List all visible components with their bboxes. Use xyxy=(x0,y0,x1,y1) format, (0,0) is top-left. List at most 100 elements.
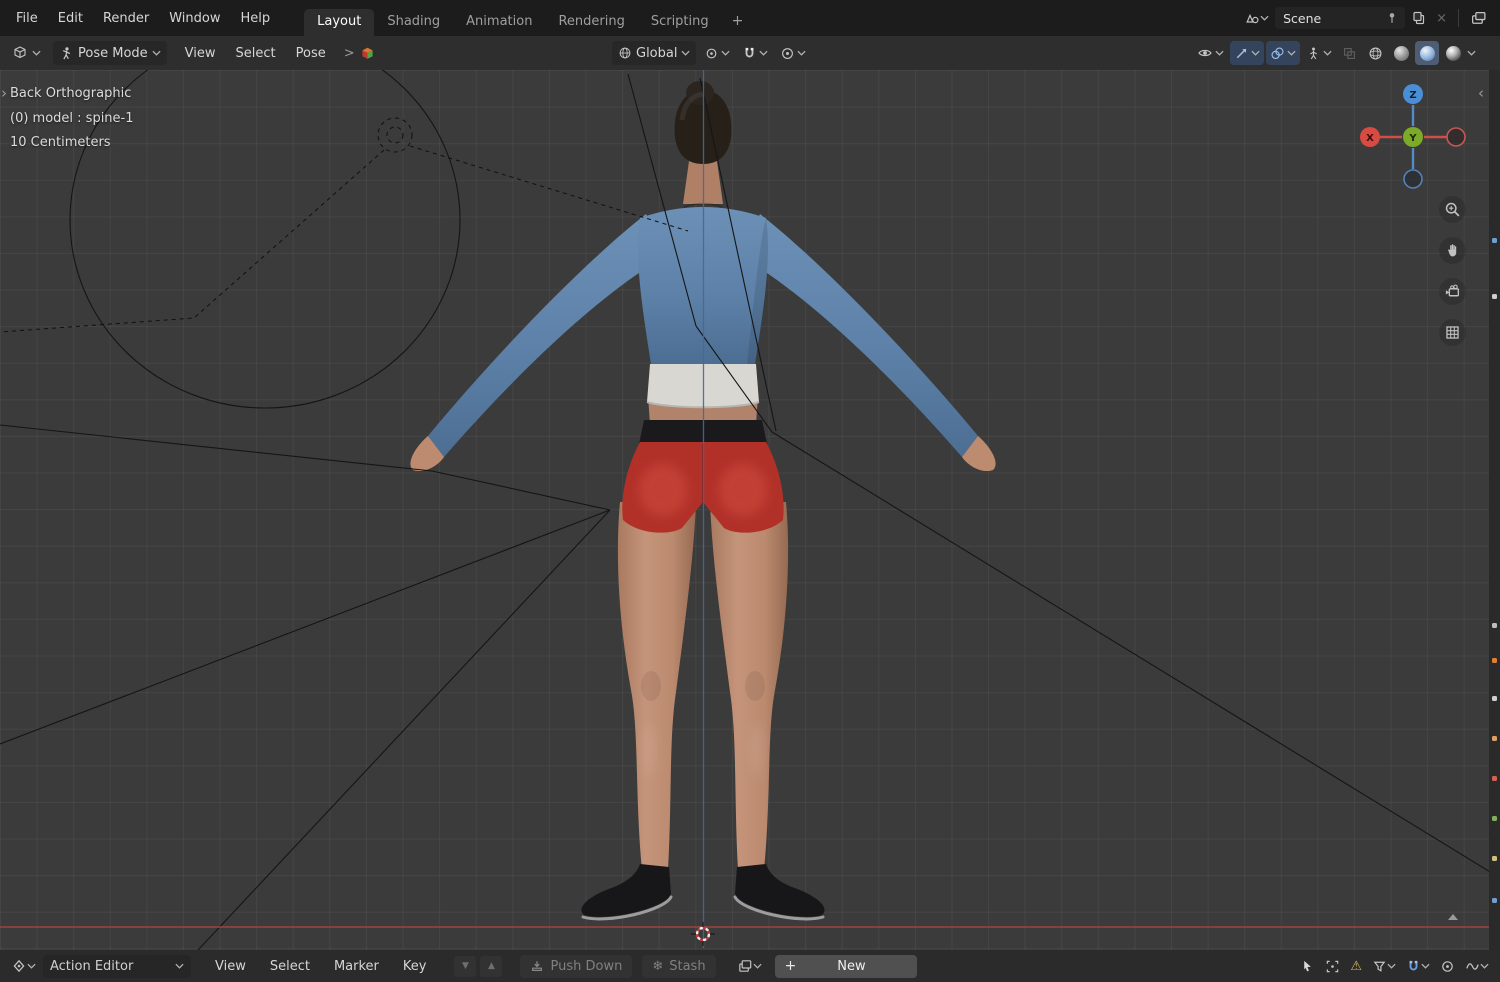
chevron-down-icon xyxy=(1323,50,1332,56)
sidebar-expand-arrow[interactable]: ‹ xyxy=(1478,84,1484,102)
viewport-menu-select[interactable]: Select xyxy=(226,46,286,61)
properties-tab-icon[interactable] xyxy=(1492,658,1497,663)
tab-scripting[interactable]: Scripting xyxy=(638,9,722,36)
toggle-ortho-button[interactable] xyxy=(1439,319,1466,346)
properties-tab-icon[interactable] xyxy=(1492,294,1497,299)
magnifier-icon xyxy=(1445,202,1460,217)
object-data-icon[interactable] xyxy=(359,45,376,62)
properties-tab-icon[interactable] xyxy=(1492,736,1497,741)
chevron-down-icon xyxy=(797,50,807,56)
dope-menu-select[interactable]: Select xyxy=(260,959,320,974)
viewport-menu-view[interactable]: View xyxy=(175,46,226,61)
orientation-selector[interactable]: Global xyxy=(612,41,697,65)
xray-toggle[interactable] xyxy=(1338,41,1361,65)
shading-wireframe-button[interactable] xyxy=(1363,41,1387,65)
scene-datablock-button[interactable] xyxy=(1241,6,1272,30)
blender-window: File Edit Render Window Help Layout Shad… xyxy=(0,0,1500,982)
eye-icon xyxy=(1198,49,1212,57)
main-menus: File Edit Render Window Help xyxy=(0,0,280,36)
interpolation-dropdown[interactable] xyxy=(1462,954,1492,978)
snapping-dropdown[interactable] xyxy=(1403,954,1433,978)
menu-edit[interactable]: Edit xyxy=(48,11,93,26)
dope-editor-type-button[interactable] xyxy=(8,954,39,978)
view-name-text: Back Orthographic xyxy=(10,86,132,101)
menu-window[interactable]: Window xyxy=(159,11,230,26)
snap-toggle[interactable] xyxy=(738,41,772,65)
view-layer-button[interactable] xyxy=(1467,6,1490,30)
scene-name-field[interactable]: Scene xyxy=(1275,7,1406,29)
object-visibility-selector[interactable] xyxy=(1193,41,1228,65)
tab-shading[interactable]: Shading xyxy=(374,9,453,36)
funnel-icon xyxy=(1373,961,1386,972)
hand-icon xyxy=(1448,244,1457,257)
move-down-button[interactable]: ▼ xyxy=(454,955,477,977)
chevron-down-icon[interactable] xyxy=(1467,50,1476,56)
properties-tab-icon[interactable] xyxy=(1492,623,1497,628)
properties-tab-icon[interactable] xyxy=(1492,696,1497,701)
stash-button[interactable]: ❄ Stash xyxy=(642,954,716,978)
menu-render[interactable]: Render xyxy=(93,11,159,26)
scene-name: Scene xyxy=(1283,10,1322,26)
orientation-label: Global xyxy=(636,45,678,61)
pose-options-selector[interactable] xyxy=(1302,41,1336,65)
move-up-button[interactable]: ▲ xyxy=(480,955,503,977)
menu-help[interactable]: Help xyxy=(231,11,281,26)
properties-tab-icon[interactable] xyxy=(1492,898,1497,903)
add-workspace-button[interactable]: + xyxy=(722,8,754,36)
show-errors-toggle[interactable]: ⚠ xyxy=(1347,954,1365,978)
action-editor-icon xyxy=(13,959,25,973)
action-options-button[interactable] xyxy=(734,954,765,978)
push-down-button[interactable]: Push Down xyxy=(520,954,633,978)
tab-layout[interactable]: Layout xyxy=(304,9,375,36)
show-hidden-toggle[interactable] xyxy=(1322,954,1343,978)
pan-button[interactable] xyxy=(1439,237,1466,264)
proportional-edit-toggle[interactable] xyxy=(1437,954,1458,978)
shading-rendered-button[interactable] xyxy=(1441,41,1465,65)
tab-animation[interactable]: Animation xyxy=(453,9,545,36)
viewport-canvas[interactable]: Z X Y xyxy=(0,70,1500,950)
show-overlays-toggle[interactable] xyxy=(1266,41,1300,65)
only-selected-toggle[interactable] xyxy=(1297,954,1318,978)
material-sphere-icon xyxy=(1419,45,1435,61)
transform-controls: Global xyxy=(612,36,810,70)
dope-menu-view[interactable]: View xyxy=(205,959,256,974)
new-scene-button[interactable] xyxy=(1408,6,1430,30)
new-action-button[interactable]: + New xyxy=(774,954,917,978)
chevron-down-icon xyxy=(721,50,731,56)
viewport-menu-pose[interactable]: Pose xyxy=(286,46,336,61)
zoom-button[interactable] xyxy=(1439,196,1466,223)
filter-dropdown[interactable] xyxy=(1369,954,1399,978)
dope-menu-marker[interactable]: Marker xyxy=(324,959,389,974)
tab-rendering[interactable]: Rendering xyxy=(545,9,637,36)
dope-mode-selector[interactable]: Action Editor xyxy=(43,954,191,978)
shading-solid-button[interactable] xyxy=(1389,41,1413,65)
camera-view-button[interactable] xyxy=(1439,278,1466,305)
unlink-scene-button[interactable]: × xyxy=(1433,6,1450,30)
menu-file[interactable]: File xyxy=(6,11,48,26)
properties-tab-icon[interactable] xyxy=(1492,776,1497,781)
gizmo-x-neg-ball[interactable] xyxy=(1446,127,1466,147)
toolbar-expand-arrow[interactable]: › xyxy=(1,84,7,102)
proportional-editing-selector[interactable] xyxy=(776,41,810,65)
properties-tab-icon[interactable] xyxy=(1492,856,1497,861)
properties-tab-icon[interactable] xyxy=(1492,816,1497,821)
overlays-icon xyxy=(1271,47,1284,59)
pivot-point-selector[interactable] xyxy=(700,41,734,65)
navigation-gizmo[interactable]: Z X Y xyxy=(1360,84,1466,189)
plus-icon: + xyxy=(784,958,797,974)
proportional-icon xyxy=(782,47,794,59)
mode-selector[interactable]: Pose Mode xyxy=(53,41,167,65)
properties-tab-icon[interactable] xyxy=(1492,238,1497,243)
show-gizmo-toggle[interactable] xyxy=(1230,41,1264,65)
dope-sheet-filters: ⚠ xyxy=(1297,954,1492,978)
editor-type-button[interactable] xyxy=(6,41,47,65)
dope-menu-key[interactable]: Key xyxy=(393,959,437,974)
viewport-3d[interactable]: Z X Y Back Orthographic (0) model : spin… xyxy=(0,70,1500,950)
chevron-down-icon xyxy=(752,963,762,969)
corner-expand-icon[interactable] xyxy=(1448,914,1458,920)
camera-icon xyxy=(1445,284,1460,297)
shading-material-button[interactable] xyxy=(1415,41,1439,65)
gizmo-z-neg-ball[interactable] xyxy=(1403,169,1423,189)
pin-icon[interactable] xyxy=(1385,11,1399,25)
properties-editor-strip[interactable] xyxy=(1489,70,1500,950)
